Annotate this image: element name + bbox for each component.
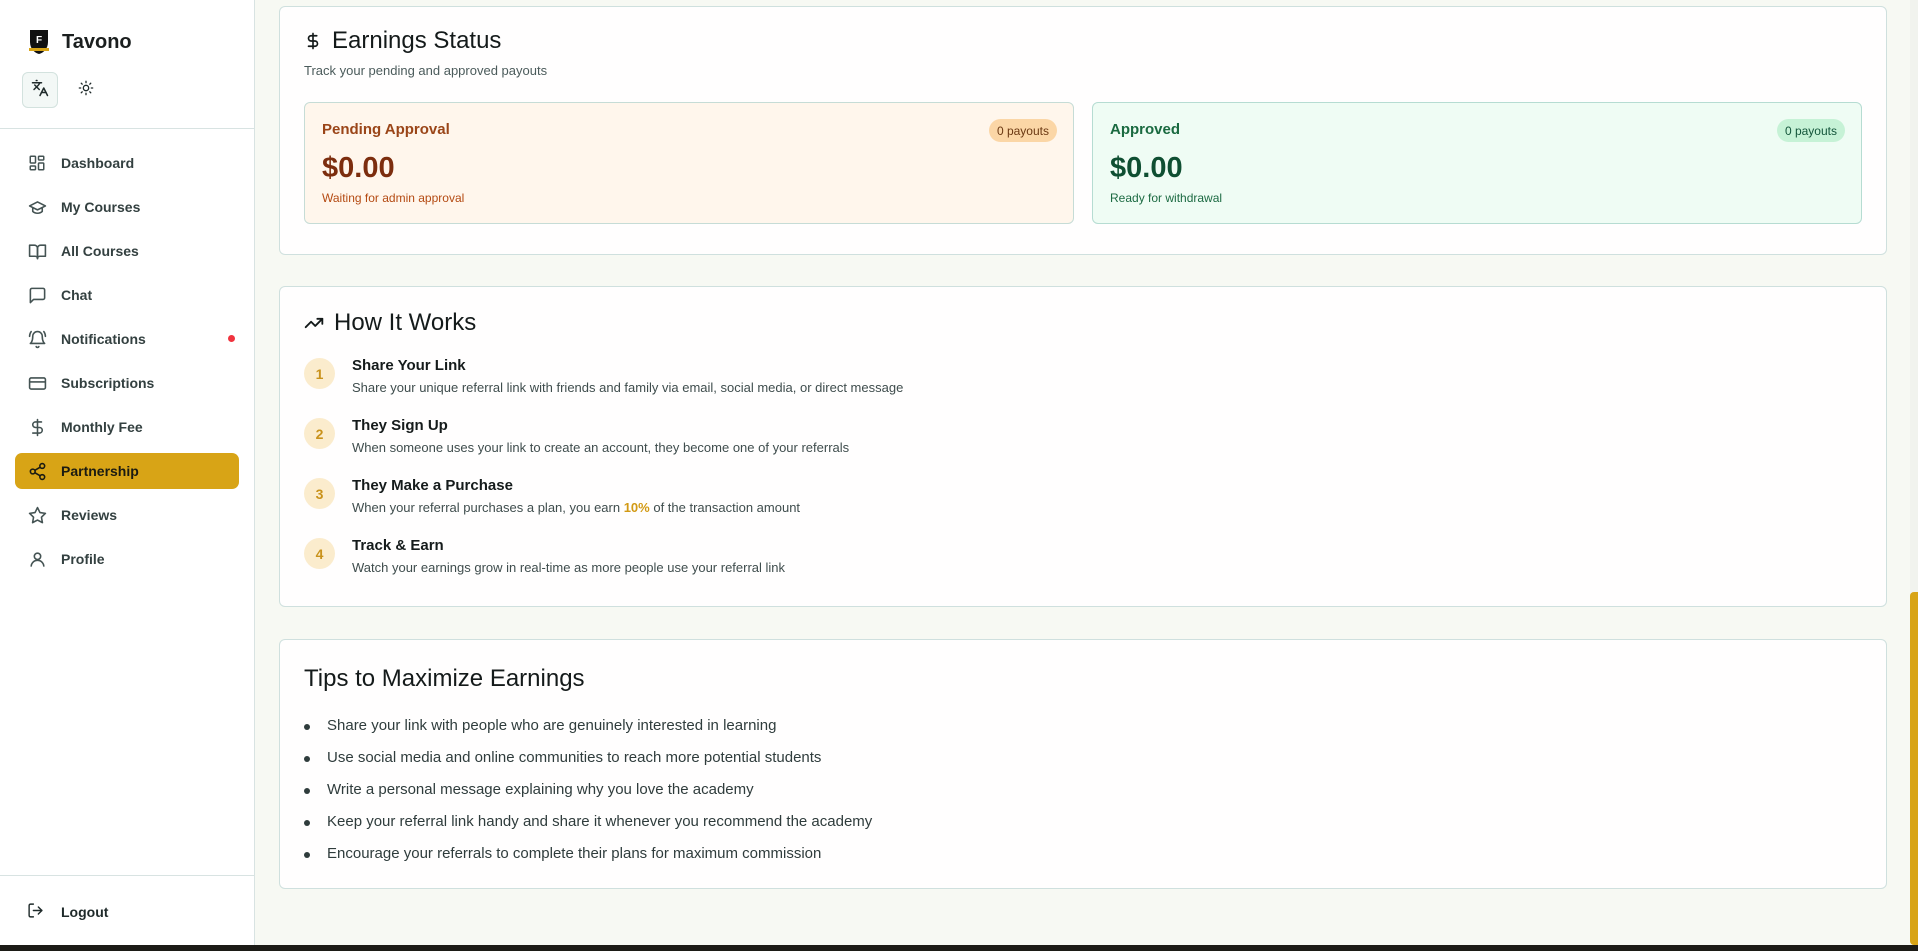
- svg-text:F: F: [36, 35, 42, 46]
- step-description-start: When your referral purchases a plan, you…: [352, 500, 624, 515]
- step-title: Track & Earn: [352, 537, 444, 554]
- sidebar: F Tavono Dashboard My Courses All Course…: [0, 0, 255, 945]
- sidebar-item-label: My Courses: [61, 199, 141, 215]
- tips-title: Tips to Maximize Earnings: [304, 665, 585, 692]
- brand[interactable]: F Tavono: [0, 0, 254, 58]
- tip-item: Share your link with people who are genu…: [304, 717, 1862, 749]
- approved-amount: $0.00: [1110, 152, 1183, 184]
- sidebar-item-monthly-fee[interactable]: Monthly Fee: [15, 409, 239, 445]
- sidebar-item-subscriptions[interactable]: Subscriptions: [15, 365, 239, 401]
- tip-item: Use social media and online communities …: [304, 749, 1862, 781]
- earnings-status-subtitle: Track your pending and approved payouts: [304, 63, 548, 78]
- pending-note: Waiting for admin approval: [322, 191, 465, 205]
- step-title: They Sign Up: [352, 417, 448, 434]
- tips-list: Share your link with people who are genu…: [304, 717, 1862, 877]
- pending-payouts-badge: 0 payouts: [988, 119, 1057, 142]
- sun-icon: [78, 80, 94, 101]
- app: F Tavono Dashboard My Courses All Course…: [0, 0, 1918, 945]
- step-description: Watch your earnings grow in real-time as…: [352, 560, 786, 575]
- approved-box: Approved 0 payouts $0.00 Ready for withd…: [1092, 102, 1862, 224]
- step-description: When your referral purchases a plan, you…: [352, 500, 800, 515]
- step-number: 1: [304, 358, 335, 389]
- dollar-icon: [27, 417, 47, 437]
- brand-logo-icon: F: [26, 28, 52, 56]
- approved-title: Approved: [1110, 121, 1181, 138]
- book-open-icon: [27, 241, 47, 261]
- how-it-works-card: How It Works 1 Share Your Link Share you…: [279, 286, 1887, 607]
- sidebar-item-label: Partnership: [61, 463, 139, 479]
- logout-icon: [27, 902, 44, 922]
- star-icon: [27, 505, 47, 525]
- step-item: 4 Track & Earn Watch your earnings grow …: [304, 537, 1862, 597]
- language-button[interactable]: [22, 72, 58, 108]
- sidebar-item-notifications[interactable]: Notifications: [15, 321, 239, 357]
- app-name: Tavono: [62, 30, 132, 53]
- step-description: Share your unique referral link with fri…: [352, 380, 904, 395]
- tips-card: Tips to Maximize Earnings Share your lin…: [279, 639, 1887, 889]
- sidebar-item-label: All Courses: [61, 243, 139, 259]
- step-item: 2 They Sign Up When someone uses your li…: [304, 417, 1862, 477]
- main-content: Earnings Status Track your pending and a…: [255, 0, 1918, 945]
- step-title: They Make a Purchase: [352, 477, 513, 494]
- tip-item: Encourage your referrals to complete the…: [304, 845, 1862, 877]
- earnings-boxes: Pending Approval 0 payouts $0.00 Waiting…: [304, 102, 1862, 224]
- pending-amount: $0.00: [322, 152, 395, 184]
- approved-note: Ready for withdrawal: [1110, 191, 1223, 205]
- user-icon: [27, 549, 47, 569]
- sidebar-item-label: Chat: [61, 287, 93, 303]
- sidebar-item-chat[interactable]: Chat: [15, 277, 239, 313]
- sidebar-item-my-courses[interactable]: My Courses: [15, 189, 239, 225]
- step-title: Share Your Link: [352, 357, 466, 374]
- steps-list: 1 Share Your Link Share your unique refe…: [304, 357, 1862, 597]
- chat-icon: [27, 285, 47, 305]
- commission-percent: 10%: [623, 500, 650, 515]
- notification-dot: [228, 335, 235, 342]
- sidebar-item-reviews[interactable]: Reviews: [15, 497, 239, 533]
- sidebar-item-label: Subscriptions: [61, 375, 155, 391]
- how-it-works-heading: How It Works: [334, 309, 477, 336]
- earnings-status-title: Earnings Status: [304, 27, 1862, 55]
- dashboard-icon: [27, 153, 47, 173]
- dollar-icon: [304, 31, 322, 51]
- sidebar-item-profile[interactable]: Profile: [15, 541, 239, 577]
- scrollbar-thumb[interactable]: [1910, 592, 1918, 945]
- earnings-status-card: Earnings Status Track your pending and a…: [279, 6, 1887, 255]
- sidebar-item-label: Reviews: [61, 507, 118, 523]
- sidebar-item-all-courses[interactable]: All Courses: [15, 233, 239, 269]
- logout-label: Logout: [61, 904, 109, 920]
- page-scrollbar[interactable]: [1910, 0, 1918, 945]
- step-item: 3 They Make a Purchase When your referra…: [304, 477, 1862, 537]
- step-description-end: of the transaction amount: [649, 500, 801, 515]
- sidebar-nav: Dashboard My Courses All Courses Chat No…: [0, 129, 254, 585]
- pending-title: Pending Approval: [322, 121, 450, 138]
- sidebar-item-partnership[interactable]: Partnership: [15, 453, 239, 489]
- translate-icon: [31, 79, 49, 102]
- trending-up-icon: [304, 313, 324, 333]
- step-item: 1 Share Your Link Share your unique refe…: [304, 357, 1862, 417]
- sidebar-tools: [0, 58, 254, 108]
- step-description: When someone uses your link to create an…: [352, 440, 850, 455]
- bell-icon: [27, 329, 47, 349]
- graduation-cap-icon: [27, 197, 47, 217]
- step-number: 2: [304, 418, 335, 449]
- credit-card-icon: [27, 373, 47, 393]
- sidebar-item-label: Dashboard: [61, 155, 135, 171]
- how-it-works-title: How It Works: [304, 309, 1862, 337]
- logout-section: Logout: [0, 875, 254, 945]
- logout-button[interactable]: Logout: [0, 876, 254, 922]
- step-number: 3: [304, 478, 335, 509]
- earnings-status-heading: Earnings Status: [332, 27, 502, 54]
- sidebar-item-label: Notifications: [61, 331, 146, 347]
- share-icon: [27, 461, 47, 481]
- sidebar-item-label: Profile: [61, 551, 105, 567]
- approved-payouts-badge: 0 payouts: [1776, 119, 1845, 142]
- theme-toggle-button[interactable]: [68, 72, 104, 108]
- pending-approval-box: Pending Approval 0 payouts $0.00 Waiting…: [304, 102, 1074, 224]
- tip-item: Keep your referral link handy and share …: [304, 813, 1862, 845]
- tip-item: Write a personal message explaining why …: [304, 781, 1862, 813]
- sidebar-item-dashboard[interactable]: Dashboard: [15, 145, 239, 181]
- step-number: 4: [304, 538, 335, 569]
- sidebar-item-label: Monthly Fee: [61, 419, 143, 435]
